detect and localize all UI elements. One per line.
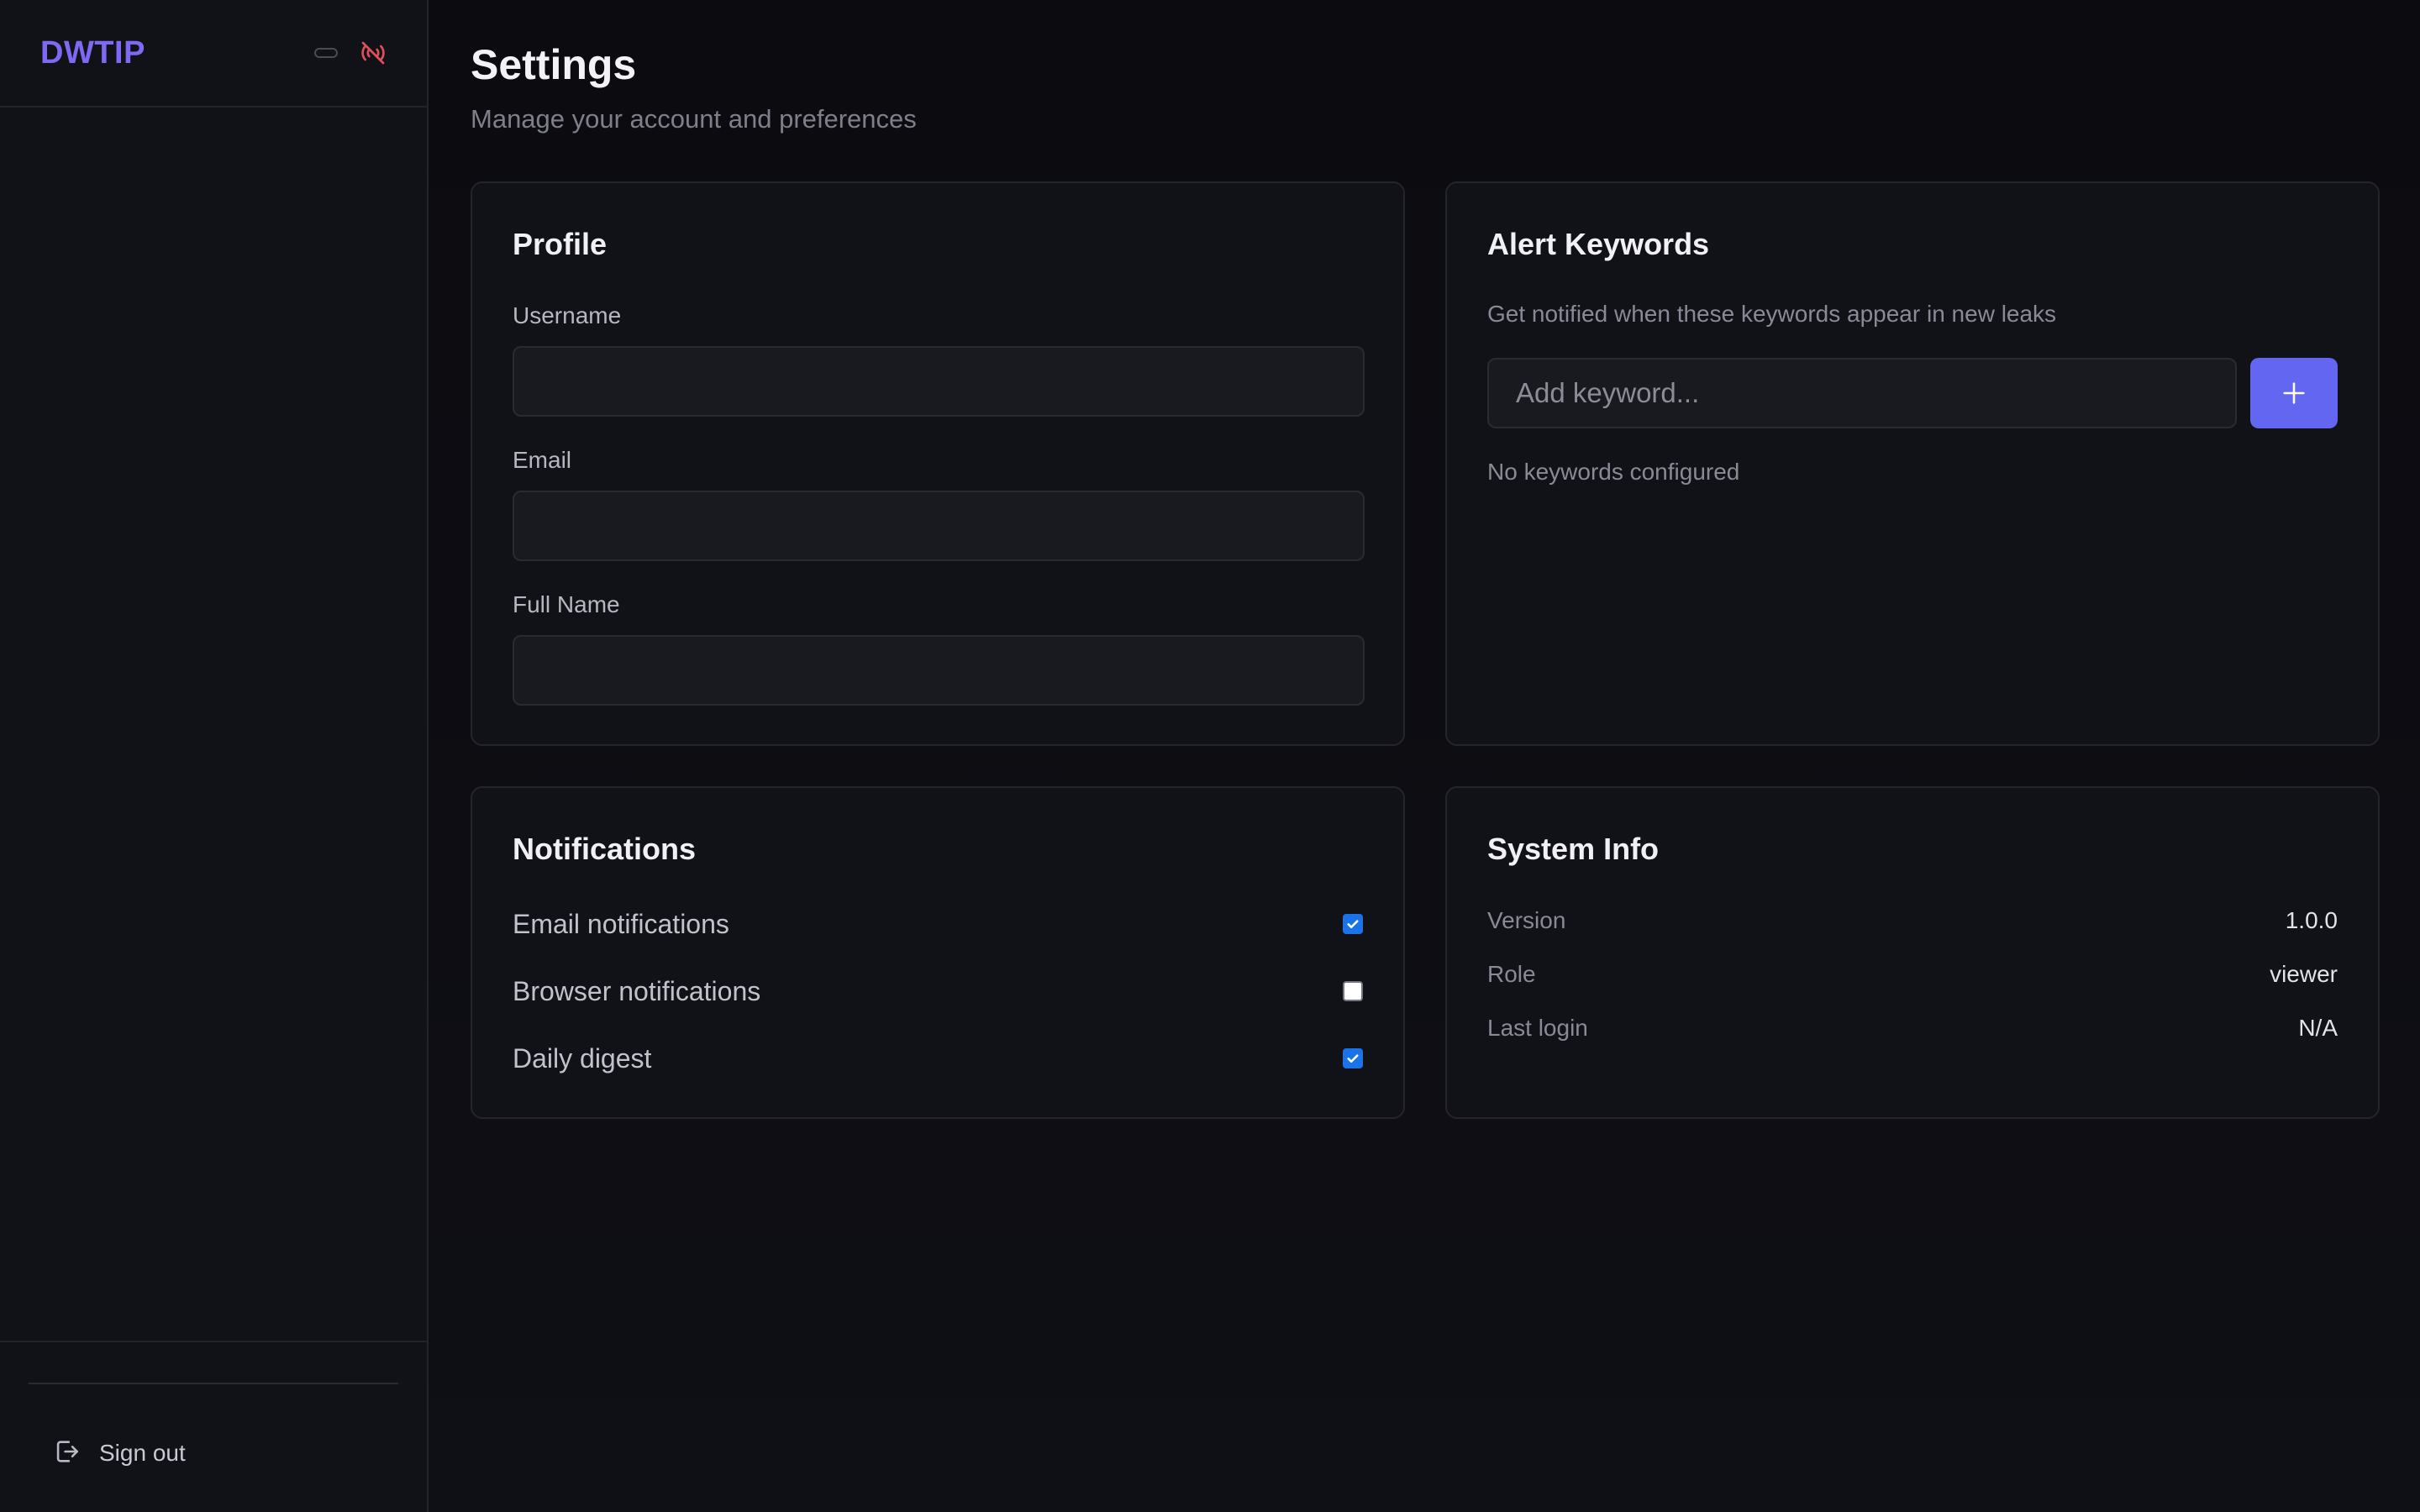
sign-out-icon — [52, 1437, 81, 1470]
wifi-off-icon — [360, 39, 387, 66]
no-keywords-text: No keywords configured — [1487, 459, 1740, 485]
footer-divider — [29, 1383, 398, 1384]
role-key: Role — [1487, 961, 1536, 987]
notification-row-browser: Browser notifications — [513, 971, 1363, 1011]
profile-card: Profile Username Email Full Name — [471, 181, 1405, 746]
header-status-icons — [314, 39, 387, 66]
sidebar: DWTIP Sign out — [0, 0, 429, 1512]
email-input[interactable] — [513, 491, 1365, 561]
username-input[interactable] — [513, 346, 1365, 417]
sidebar-header: DWTIP — [0, 0, 427, 108]
last-login-value: N/A — [2298, 1015, 2338, 1041]
daily-digest-checkbox[interactable] — [1343, 1048, 1363, 1068]
sign-out-button[interactable]: Sign out — [34, 1426, 204, 1480]
role-value: viewer — [2270, 961, 2338, 987]
full-name-label: Full Name — [513, 591, 620, 617]
email-notifications-checkbox[interactable] — [1343, 914, 1363, 934]
plus-icon — [2283, 382, 2305, 404]
browser-notifications-checkbox[interactable] — [1343, 981, 1363, 1001]
notification-row-email: Email notifications — [513, 904, 1363, 944]
info-row-version: Version 1.0.0 — [1487, 904, 2338, 937]
notifications-title: Notifications — [513, 832, 697, 866]
sign-out-label: Sign out — [99, 1440, 186, 1466]
daily-digest-label: Daily digest — [513, 1042, 652, 1074]
sidebar-footer: Sign out — [0, 1341, 427, 1512]
browser-notifications-label: Browser notifications — [513, 975, 761, 1006]
page-subtitle: Manage your account and preferences — [471, 104, 917, 134]
username-label: Username — [513, 302, 622, 328]
add-keyword-button[interactable] — [2250, 358, 2338, 428]
full-name-input[interactable] — [513, 635, 1365, 706]
email-label: Email — [513, 447, 572, 473]
info-row-role: Role viewer — [1487, 958, 2338, 991]
email-notifications-label: Email notifications — [513, 908, 729, 939]
alert-keywords-card: Alert Keywords Get notified when these k… — [1445, 181, 2380, 746]
status-pill-icon — [314, 48, 338, 58]
profile-card-title: Profile — [513, 227, 608, 261]
last-login-key: Last login — [1487, 1015, 1588, 1041]
version-value: 1.0.0 — [2285, 907, 2338, 933]
system-info-card: System Info Version 1.0.0 Role viewer La… — [1445, 786, 2380, 1119]
system-info-title: System Info — [1487, 832, 1660, 866]
notifications-card: Notifications Email notifications Browse… — [471, 786, 1405, 1119]
alert-keywords-description: Get notified when these keywords appear … — [1487, 301, 2057, 327]
keyword-input[interactable] — [1487, 358, 2237, 428]
version-key: Version — [1487, 907, 1566, 933]
info-row-last-login: Last login N/A — [1487, 1011, 2338, 1045]
app-shell: DWTIP Sign out Settings Manage your acco… — [0, 0, 2420, 1512]
brand-logo[interactable]: DWTIP — [40, 35, 145, 71]
main-content: Settings Manage your account and prefere… — [429, 0, 2420, 1512]
page-title: Settings — [471, 41, 637, 88]
alert-keywords-title: Alert Keywords — [1487, 227, 1710, 261]
notification-row-digest: Daily digest — [513, 1038, 1363, 1079]
